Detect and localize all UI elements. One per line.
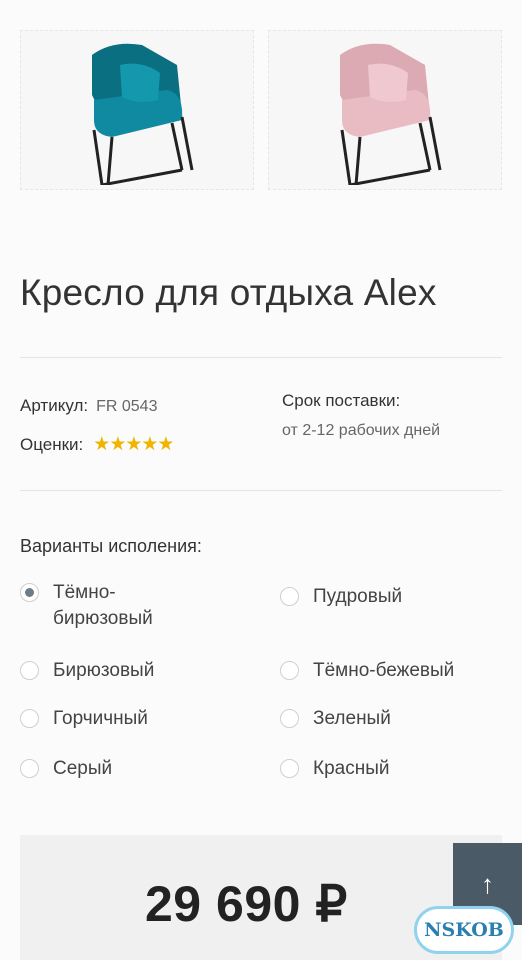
product-image-teal[interactable] bbox=[20, 30, 254, 190]
rating-row: Оценки: ★★★★★ bbox=[20, 433, 174, 456]
variant-option-turquoise[interactable]: Бирюзовый bbox=[20, 658, 154, 684]
star-icon: ★★★★★ bbox=[93, 434, 174, 455]
arrow-up-icon: ↑ bbox=[481, 868, 494, 899]
sku-row: Артикул: FR 0543 bbox=[20, 396, 157, 416]
variant-label: Бирюзовый bbox=[53, 660, 155, 681]
variants-title: Варианты исполения: bbox=[20, 536, 202, 556]
delivery-value: от 2-12 рабочих дней bbox=[282, 422, 441, 439]
variant-label: Пудровый bbox=[313, 586, 403, 607]
variant-option-mustard[interactable]: Горчичный bbox=[20, 706, 148, 732]
armchair-image bbox=[340, 43, 442, 185]
divider bbox=[20, 490, 502, 491]
radio-checked[interactable] bbox=[20, 583, 39, 602]
variant-label: Тёмно-бежевый bbox=[313, 660, 455, 681]
variant-option-powder[interactable]: Пудровый bbox=[280, 584, 402, 610]
variant-option-dark-turquoise[interactable]: Тёмно- бирюзовый bbox=[20, 580, 153, 632]
variant-label: Серый bbox=[53, 758, 113, 779]
delivery-label: Срок поставки: bbox=[282, 391, 401, 410]
radio[interactable] bbox=[20, 709, 39, 728]
watermark-logo: NSKOB bbox=[414, 906, 514, 954]
divider bbox=[20, 357, 502, 358]
product-gallery bbox=[20, 30, 502, 190]
variant-label: Тёмно- бирюзовый bbox=[53, 582, 153, 629]
radio[interactable] bbox=[280, 709, 299, 728]
price: 29 690 ₽ bbox=[145, 876, 348, 932]
sku-value: FR 0543 bbox=[96, 398, 158, 415]
radio[interactable] bbox=[20, 661, 39, 680]
armchair-image bbox=[92, 43, 194, 185]
radio[interactable] bbox=[280, 759, 299, 778]
variant-option-grey[interactable]: Серый bbox=[20, 756, 112, 782]
variant-label: Красный bbox=[313, 758, 390, 779]
page-title: Кресло для отдыха Alex bbox=[20, 272, 437, 313]
variant-label: Горчичный bbox=[53, 708, 148, 729]
variant-option-red[interactable]: Красный bbox=[280, 756, 389, 782]
variant-option-green[interactable]: Зеленый bbox=[280, 706, 391, 732]
radio[interactable] bbox=[280, 661, 299, 680]
product-image-powder[interactable] bbox=[268, 30, 502, 190]
radio[interactable] bbox=[20, 759, 39, 778]
radio[interactable] bbox=[280, 587, 299, 606]
rating-label: Оценки: bbox=[20, 434, 84, 454]
sku-label: Артикул: bbox=[20, 396, 89, 415]
variant-option-dark-beige[interactable]: Тёмно-бежевый bbox=[280, 658, 454, 684]
variant-label: Зеленый bbox=[313, 708, 391, 729]
